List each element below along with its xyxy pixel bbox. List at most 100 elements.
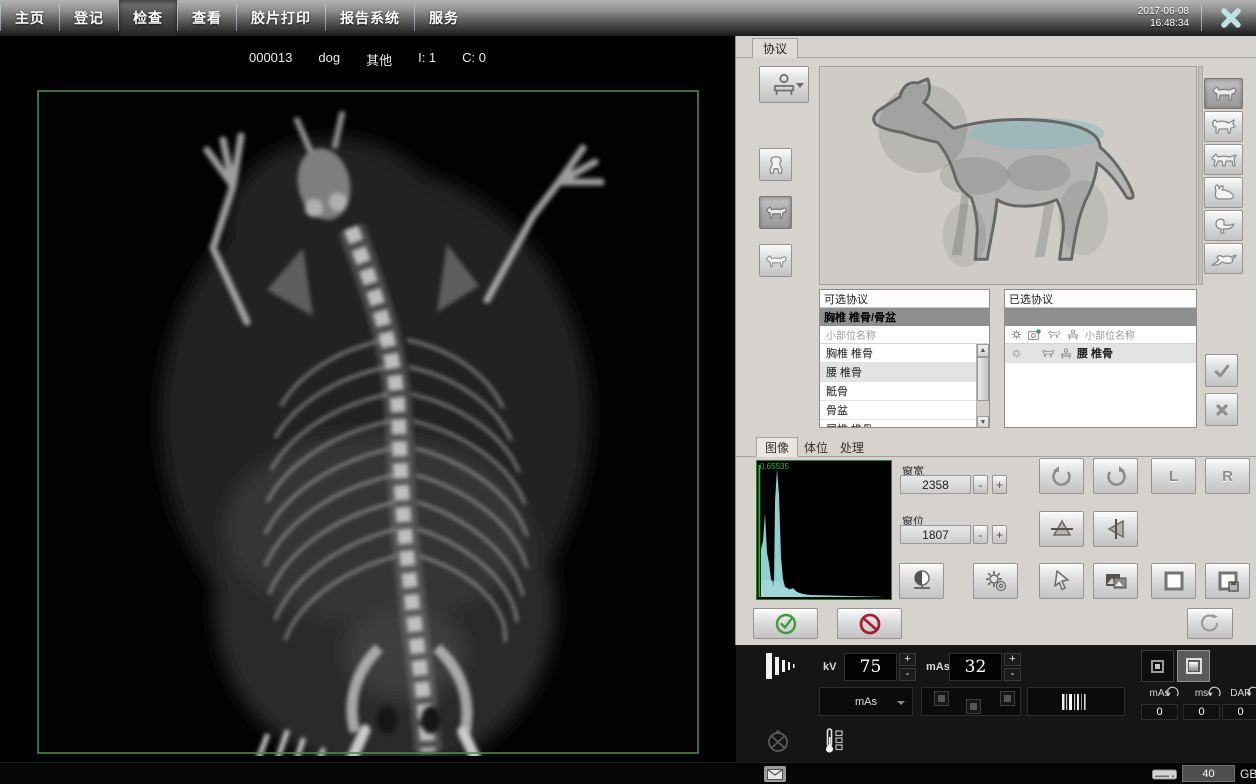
tab-protocol[interactable]: 协议 (752, 38, 798, 58)
x-icon (1214, 402, 1230, 418)
window-width-minus-button[interactable]: - (973, 475, 988, 494)
orientation-side2-button[interactable] (759, 244, 792, 277)
meter-dap-value: 0 (1222, 704, 1256, 720)
save-view-button[interactable] (1205, 563, 1250, 599)
flip-horizontal-icon (1103, 517, 1129, 541)
window-level-minus-button[interactable]: - (973, 525, 988, 544)
patient-table-icon (1067, 329, 1079, 340)
reject-image-button[interactable] (837, 608, 902, 639)
disk-free-space: 40 (1182, 765, 1235, 782)
window-width-plus-button[interactable]: + (992, 475, 1007, 494)
menu-item-film-print[interactable]: 胶片打印 (237, 0, 325, 36)
protocol-row-lumbar[interactable]: 腰 椎骨 (820, 363, 989, 382)
image-count: I: 1 (418, 50, 436, 69)
region-abdomen[interactable] (1007, 155, 1070, 191)
selected-protocol-row[interactable]: 腰 椎骨 (1005, 344, 1196, 363)
close-icon (1220, 7, 1242, 29)
xray-image[interactable] (35, 88, 701, 756)
pointer-tool-button[interactable] (1039, 563, 1084, 599)
protocol-group-row[interactable]: 胸椎 椎骨/骨盆 (820, 308, 989, 326)
tab-position[interactable]: 体位 (796, 437, 836, 457)
reset-button[interactable] (1187, 608, 1233, 639)
marker-right-button[interactable]: R (1205, 458, 1250, 494)
kv-minus-button[interactable]: - (899, 668, 916, 681)
scrollbar-thumb[interactable] (977, 357, 989, 401)
tab-processing[interactable]: 处理 (832, 437, 872, 457)
orientation-front-button[interactable] (759, 148, 792, 181)
rotate-cw-icon (1104, 465, 1128, 487)
view-full-button[interactable] (1151, 563, 1196, 599)
protocol-row-pelvis[interactable]: 骨盆 (820, 401, 989, 420)
meter-mas-value: 0 (1141, 704, 1178, 720)
dog-side-thin-icon (764, 252, 788, 270)
region-fore-limb[interactable] (943, 204, 987, 267)
collimator-light-icon[interactable] (766, 729, 790, 753)
menu-item-home[interactable]: 主页 (1, 0, 59, 36)
square-icon (1162, 569, 1186, 593)
species-dog-button[interactable] (1204, 78, 1243, 109)
dog-icon (1041, 348, 1055, 359)
marker-left-button[interactable]: L (1151, 458, 1196, 494)
region-hind-limb[interactable] (1059, 180, 1109, 255)
protocol-remove-button[interactable] (1205, 393, 1238, 426)
species-reptile-button[interactable] (1204, 243, 1243, 274)
flip-horizontal-button[interactable] (1093, 511, 1138, 547)
window-level-plus-button[interactable]: + (992, 525, 1007, 544)
mas-value-display[interactable]: 32 (949, 653, 1002, 681)
acquired-image-icon (1028, 329, 1041, 340)
menu-item-register[interactable]: 登记 (60, 0, 118, 36)
cat-icon (1210, 117, 1238, 137)
rotate-ccw-button[interactable] (1039, 458, 1084, 494)
mas-minus-button[interactable]: - (1004, 668, 1021, 681)
column-header: 小部位名称 (820, 326, 989, 344)
thermometer-icon (823, 727, 845, 754)
species-bird-button[interactable] (1204, 210, 1243, 241)
flip-vertical-button[interactable] (1039, 511, 1084, 547)
exposure-mode-select[interactable]: mAs (819, 687, 913, 716)
accept-image-button[interactable] (753, 608, 818, 639)
image-enhance-button[interactable] (1093, 563, 1138, 599)
kv-value-display[interactable]: 75 (844, 653, 897, 681)
scroll-down-icon[interactable]: ▼ (977, 416, 989, 428)
species-horse-button[interactable] (1204, 144, 1243, 175)
orientation-side-button[interactable] (759, 196, 792, 229)
reset-arc-icon (1206, 686, 1222, 699)
tab-image[interactable]: 图像 (756, 437, 798, 457)
messages-button[interactable] (764, 766, 786, 782)
menu-item-report-system[interactable]: 报告系统 (326, 0, 414, 36)
body-region-diagram[interactable] (819, 66, 1197, 285)
patient-table-button[interactable] (759, 66, 809, 103)
species-rabbit-button[interactable] (1204, 177, 1243, 208)
animal-list-scrollbar[interactable] (1198, 66, 1203, 285)
window-level-field[interactable]: 1807 (900, 525, 971, 544)
menu-item-view[interactable]: 查看 (178, 0, 236, 36)
close-button[interactable] (1214, 3, 1248, 33)
histogram-display[interactable]: 0,65535 (756, 460, 892, 600)
scroll-up-icon[interactable]: ▲ (977, 344, 989, 357)
menu-item-exam[interactable]: 检查 (119, 0, 177, 36)
auto-brightness-button[interactable] (973, 563, 1018, 599)
aec-chamber-right[interactable] (1000, 691, 1015, 706)
protocol-list-scrollbar[interactable]: ▲ ▼ (976, 344, 989, 428)
gear-icon (1011, 348, 1022, 359)
disk-icon (1152, 767, 1177, 782)
species-cat-button[interactable] (1204, 111, 1243, 142)
mas-plus-button[interactable]: + (1004, 653, 1021, 666)
small-focus-button[interactable] (1141, 650, 1174, 682)
bird-icon (1210, 216, 1238, 236)
rotate-cw-button[interactable] (1093, 458, 1138, 494)
dog-front-icon (765, 154, 787, 176)
category-label: 其他 (366, 50, 392, 69)
protocol-accept-button[interactable] (1205, 354, 1238, 387)
kv-plus-button[interactable]: + (899, 653, 916, 666)
column-label: 小部位名称 (1085, 327, 1135, 342)
menu-item-service[interactable]: 服务 (415, 0, 473, 36)
protocol-row-sacrum[interactable]: 骶骨 (820, 382, 989, 401)
aec-chamber-center[interactable] (966, 699, 981, 714)
large-focus-button[interactable] (1177, 650, 1210, 682)
window-width-field[interactable]: 2358 (900, 475, 971, 494)
aec-chamber-left[interactable] (934, 691, 949, 706)
protocol-row-caudal[interactable]: 尾椎 椎骨 (820, 420, 989, 428)
protocol-row-thoracic[interactable]: 胸椎 椎骨 (820, 344, 989, 363)
invert-contrast-button[interactable] (899, 563, 944, 599)
